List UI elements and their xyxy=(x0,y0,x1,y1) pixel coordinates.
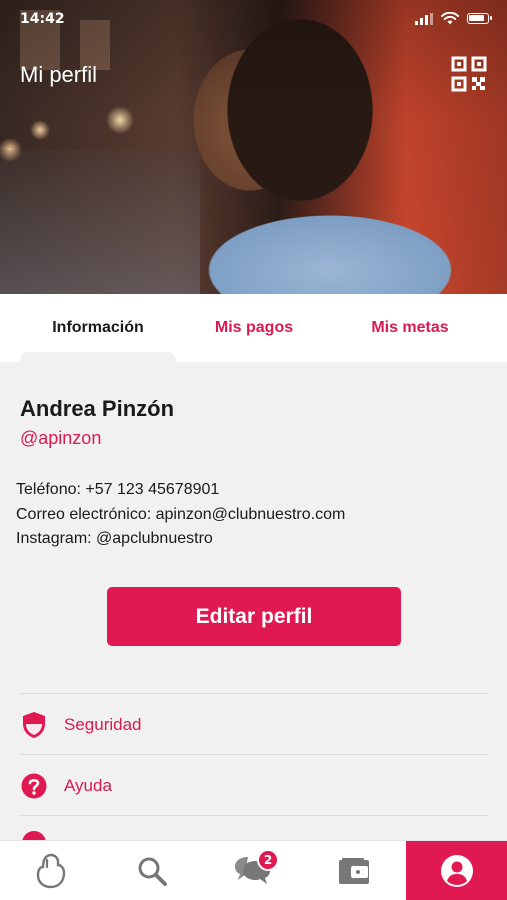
detail-phone: Teléfono: +57 123 45678901 xyxy=(16,481,220,498)
edit-profile-button[interactable]: Editar perfil xyxy=(107,587,401,646)
menu-item-label: Seguridad xyxy=(64,715,142,734)
nav-search[interactable] xyxy=(101,841,202,900)
chat-badge: 2 xyxy=(257,849,279,871)
profile-handle: @apinzon xyxy=(20,428,102,448)
search-icon xyxy=(138,857,167,886)
page-title: Mi perfil xyxy=(20,62,98,87)
status-time: 14:42 xyxy=(20,11,65,27)
profile-details: Teléfono: +57 123 45678901 Correo electr… xyxy=(16,478,345,552)
help-icon xyxy=(20,772,48,800)
user-icon xyxy=(440,855,473,887)
menu-item-seguridad[interactable]: Seguridad xyxy=(20,695,488,755)
nav-profile[interactable] xyxy=(406,841,507,900)
hand-icon xyxy=(36,853,65,889)
divider xyxy=(20,754,488,755)
nav-home[interactable] xyxy=(0,841,101,900)
bottom-navigation: 2 xyxy=(0,840,507,900)
menu-item-ayuda[interactable]: Ayuda xyxy=(20,756,488,816)
status-bar: 14:42 xyxy=(0,0,507,40)
qr-code-icon[interactable] xyxy=(451,56,487,92)
profile-cover-image xyxy=(0,0,507,294)
wifi-icon xyxy=(441,12,459,25)
profile-name: Andrea Pinzón xyxy=(20,396,175,421)
detail-email: Correo electrónico: apinzon@clubnuestro.… xyxy=(16,505,346,523)
divider xyxy=(20,693,488,694)
profile-content: Andrea Pinzón @apinzon Teléfono: +57 123… xyxy=(0,362,507,843)
divider xyxy=(20,815,488,816)
battery-icon xyxy=(467,13,492,24)
signal-icon xyxy=(415,12,433,25)
nav-wallet[interactable] xyxy=(303,841,404,900)
tab-mis-metas[interactable]: Mis metas xyxy=(332,294,488,362)
wallet-icon xyxy=(338,858,369,884)
tab-mis-pagos[interactable]: Mis pagos xyxy=(176,294,332,362)
menu-item-label: Ayuda xyxy=(64,776,112,795)
shield-icon xyxy=(20,711,48,739)
detail-instagram: Instagram: @apclubnuestro xyxy=(16,530,213,547)
nav-chat[interactable]: 2 xyxy=(202,841,303,900)
